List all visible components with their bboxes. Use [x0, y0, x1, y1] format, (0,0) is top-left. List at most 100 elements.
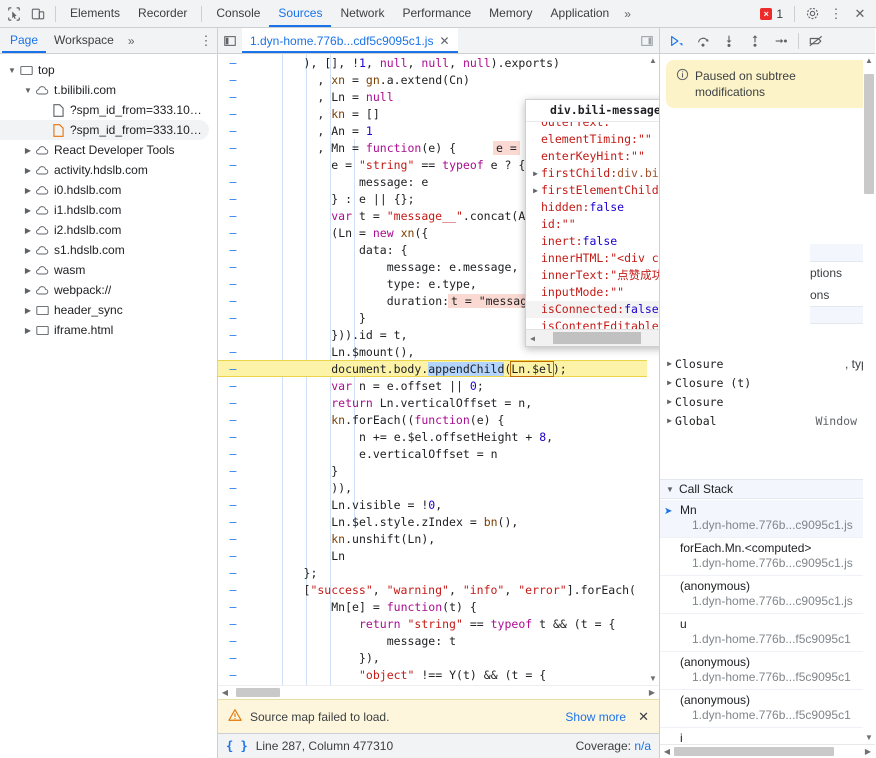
tree-item-i2-hdslb-com[interactable]: ▶ i2.hdslb.com [0, 220, 217, 240]
line-marker[interactable]: — [218, 90, 248, 104]
scope-twisty-icon[interactable]: ▶ [664, 397, 675, 406]
line-marker[interactable]: — [218, 260, 248, 274]
debugger-vscroll-thumb[interactable] [864, 74, 874, 194]
line-marker[interactable]: — [218, 634, 248, 648]
tree-item-activity-hdslb-com[interactable]: ▶ activity.hdslb.com [0, 160, 217, 180]
tree-item-top[interactable]: ▼ top [0, 60, 217, 80]
tree-item-spm-id-from-333-10[interactable]: ▶?spm_id_from=333.10… [0, 120, 209, 140]
warning-close-icon[interactable]: ✕ [634, 709, 649, 725]
step-out-button[interactable] [742, 29, 768, 53]
twisty-collapsed-icon[interactable]: ▶ [22, 146, 34, 155]
property-row[interactable]: id: "" [526, 216, 659, 233]
tree-item-webpack[interactable]: ▶ webpack:// [0, 280, 217, 300]
scroll-left-arrow[interactable]: ◀ [218, 688, 232, 697]
property-expand-icon[interactable]: ▶ [530, 182, 541, 199]
step-over-button[interactable] [690, 29, 716, 53]
scope-twisty-icon[interactable]: ▶ [664, 359, 675, 368]
call-stack-header[interactable]: ▼ Call Stack [660, 479, 863, 499]
tree-item-i1-hdslb-com[interactable]: ▶ i1.hdslb.com [0, 200, 217, 220]
debugger-scroll-down-arrow[interactable]: ▼ [863, 733, 875, 742]
property-row[interactable]: ▶firstElementChild: div.bili-message__co… [526, 182, 659, 199]
scroll-down-arrow[interactable]: ▼ [649, 674, 657, 683]
call-stack-frame[interactable]: (anonymous) 1.dyn-home.776b...f5c9095c1 [660, 652, 863, 690]
property-row[interactable]: hidden: false [526, 199, 659, 216]
debugger-scroll-right-arrow[interactable]: ▶ [861, 747, 875, 756]
line-marker[interactable]: — [218, 192, 248, 206]
code-line[interactable]: — , xn = gn.a.extend(Cn) [218, 71, 647, 88]
file-tab-close-icon[interactable]: ✕ [439, 34, 449, 48]
code-line[interactable]: — return Ln.verticalOffset = n, [218, 394, 647, 411]
line-marker[interactable]: — [218, 498, 248, 512]
nav-tab-page[interactable]: Page [2, 28, 46, 53]
line-marker[interactable]: — [218, 345, 248, 359]
popup-hscroll-thumb[interactable] [553, 332, 641, 344]
line-marker[interactable]: — [218, 328, 248, 342]
call-stack-frame[interactable]: forEach.Mn.<computed> 1.dyn-home.776b...c… [660, 538, 863, 576]
call-stack-frame[interactable]: (anonymous) 1.dyn-home.776b...f5c9095c1 [660, 690, 863, 728]
tab-elements[interactable]: Elements [61, 0, 129, 27]
tree-item-spm-id-from-333-10[interactable]: ▶?spm_id_from=333.10… [0, 100, 217, 120]
twisty-collapsed-icon[interactable]: ▶ [22, 226, 34, 235]
call-stack-frame[interactable]: u 1.dyn-home.776b...f5c9095c1 [660, 614, 863, 652]
line-marker[interactable]: — [218, 243, 248, 257]
property-expand-icon[interactable]: ▶ [530, 165, 541, 182]
scope-row[interactable]: ▶ Global Window [660, 411, 863, 430]
twisty-collapsed-icon[interactable]: ▶ [22, 166, 34, 175]
code-line[interactable]: — kn.forEach((function(e) { [218, 411, 647, 428]
debugger-scroll-up-arrow[interactable]: ▲ [863, 54, 875, 65]
line-marker[interactable]: — [218, 226, 248, 240]
code-line[interactable]: — Ln.$el.style.zIndex = bn(), [218, 513, 647, 530]
line-marker[interactable]: — [218, 396, 248, 410]
tree-item-iframe-html[interactable]: ▶ iframe.html [0, 320, 217, 340]
show-navigator-icon[interactable] [218, 29, 242, 53]
object-properties-popup[interactable]: div.bili-message.success outerText: ""el… [525, 99, 659, 347]
twisty-collapsed-icon[interactable]: ▶ [22, 246, 34, 255]
code-line-executing[interactable]: — document.body.appendChild(Ln.$el); [218, 360, 647, 377]
code-line[interactable]: — n += e.$el.offsetHeight + 8, [218, 428, 647, 445]
line-marker[interactable]: — [218, 277, 248, 291]
call-stack-frame[interactable]: ➤ Mn 1.dyn-home.776b...c9095c1.js [660, 500, 863, 538]
scroll-up-arrow[interactable]: ▲ [649, 56, 657, 65]
more-tabs-button[interactable]: » [618, 7, 637, 21]
tree-item-t-bilibili-com[interactable]: ▼ t.bilibili.com [0, 80, 217, 100]
code-line[interactable]: — Ln.visible = !0, [218, 496, 647, 513]
gear-icon[interactable] [800, 2, 824, 26]
resume-button[interactable] [664, 29, 690, 53]
code-line[interactable]: — message: t [218, 632, 647, 649]
scope-row[interactable]: ▶ Closure [660, 354, 863, 373]
code-editor[interactable]: — ), [], !1, null, null, null).exports) —… [218, 54, 659, 699]
file-tab[interactable]: 1.dyn-home.776b...cdf5c9095c1.js ✕ [242, 28, 458, 53]
tab-application[interactable]: Application [542, 0, 619, 27]
line-marker[interactable]: — [218, 515, 248, 529]
error-badge[interactable]: × 1 [760, 7, 783, 21]
twisty-collapsed-icon[interactable]: ▶ [22, 286, 34, 295]
twisty-collapsed-icon[interactable]: ▶ [22, 266, 34, 275]
property-row[interactable]: innerText: "点赞成功" [526, 267, 659, 284]
scope-row[interactable]: ▶ Closure (t) [660, 373, 863, 392]
property-row[interactable]: inert: false [526, 233, 659, 250]
scope-twisty-icon[interactable]: ▶ [664, 378, 675, 387]
line-marker[interactable]: — [218, 447, 248, 461]
code-line[interactable]: — }), [218, 649, 647, 666]
line-marker[interactable]: — [218, 124, 248, 138]
code-line[interactable]: — e.verticalOffset = n [218, 445, 647, 462]
line-marker[interactable]: — [218, 141, 248, 155]
line-marker[interactable]: — [218, 175, 248, 189]
popup-scroll-left-arrow[interactable]: ◀ [526, 330, 539, 347]
twisty-collapsed-icon[interactable]: ▶ [22, 306, 34, 315]
tab-memory[interactable]: Memory [480, 0, 541, 27]
nav-tab-workspace[interactable]: Workspace [46, 28, 122, 53]
line-marker[interactable]: — [218, 56, 248, 70]
coverage-status[interactable]: Coverage: n/a [576, 739, 651, 753]
code-line[interactable]: — kn.unshift(Ln), [218, 530, 647, 547]
line-marker[interactable]: — [218, 566, 248, 580]
line-marker[interactable]: — [218, 583, 248, 597]
line-marker[interactable]: — [218, 430, 248, 444]
debugger-horizontal-scrollbar[interactable]: ◀ ▶ [660, 744, 875, 758]
property-row[interactable]: outerText: "" [526, 122, 659, 131]
line-marker[interactable]: — [218, 362, 248, 376]
code-line[interactable]: — Ln [218, 547, 647, 564]
code-line[interactable]: — }; [218, 564, 647, 581]
show-more-link[interactable]: Show more [565, 710, 626, 724]
editor-horizontal-scrollbar[interactable]: ◀ ▶ [218, 685, 659, 699]
